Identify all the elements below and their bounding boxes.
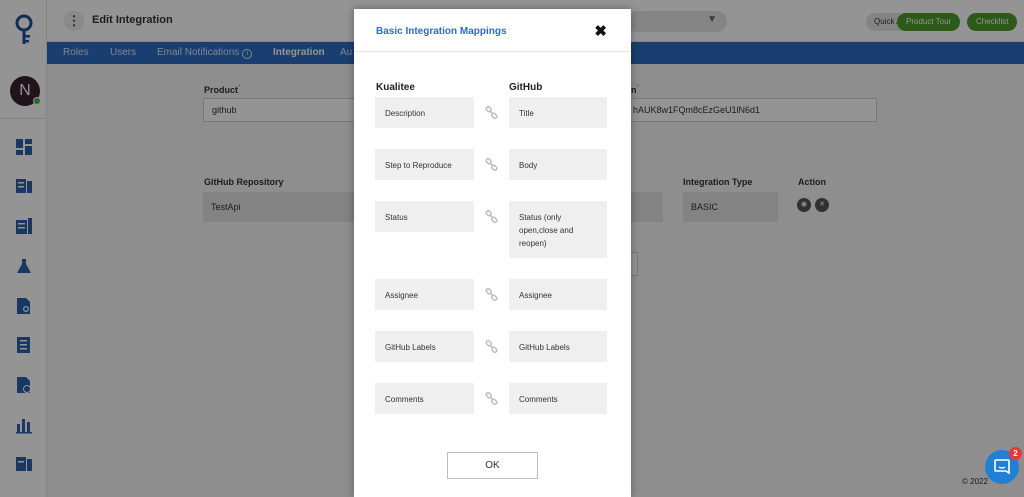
mapping-github-field: Title xyxy=(509,97,607,128)
link-icon xyxy=(485,288,498,301)
chat-bubble-icon xyxy=(994,459,1010,475)
mapping-kualitee-field: Assignee xyxy=(375,279,474,310)
support-chat-button[interactable]: 2 xyxy=(985,447,1022,484)
link-icon xyxy=(485,158,498,171)
link-icon xyxy=(485,340,498,353)
link-icon xyxy=(485,392,498,405)
mapping-github-field: Status (only open,close and reopen) xyxy=(509,201,607,258)
mapping-kualitee-field: GitHub Labels xyxy=(375,331,474,362)
kualitee-column-header: Kualitee xyxy=(376,82,415,93)
mapping-github-field: Comments xyxy=(509,383,607,414)
link-icon xyxy=(485,106,498,119)
link-icon xyxy=(485,210,498,223)
github-column-header: GitHub xyxy=(509,82,543,93)
modal-title: Basic Integration Mappings xyxy=(376,26,507,37)
mapping-kualitee-field: Comments xyxy=(375,383,474,414)
mapping-kualitee-field: Description xyxy=(375,97,474,128)
mapping-kualitee-field: Step to Reproduce xyxy=(375,149,474,180)
mapping-kualitee-field: Status xyxy=(375,201,474,232)
modal-header: Basic Integration Mappings ✖ xyxy=(354,9,631,52)
mapping-github-field: GitHub Labels xyxy=(509,331,607,362)
ok-button[interactable]: OK xyxy=(447,452,538,479)
close-icon[interactable]: ✖ xyxy=(594,22,607,40)
basic-integration-mappings-dialog: Basic Integration Mappings ✖ Kualitee Gi… xyxy=(354,9,631,497)
mapping-github-field: Assignee xyxy=(509,279,607,310)
notification-badge: 2 xyxy=(1009,447,1022,460)
mapping-github-field: Body xyxy=(509,149,607,180)
